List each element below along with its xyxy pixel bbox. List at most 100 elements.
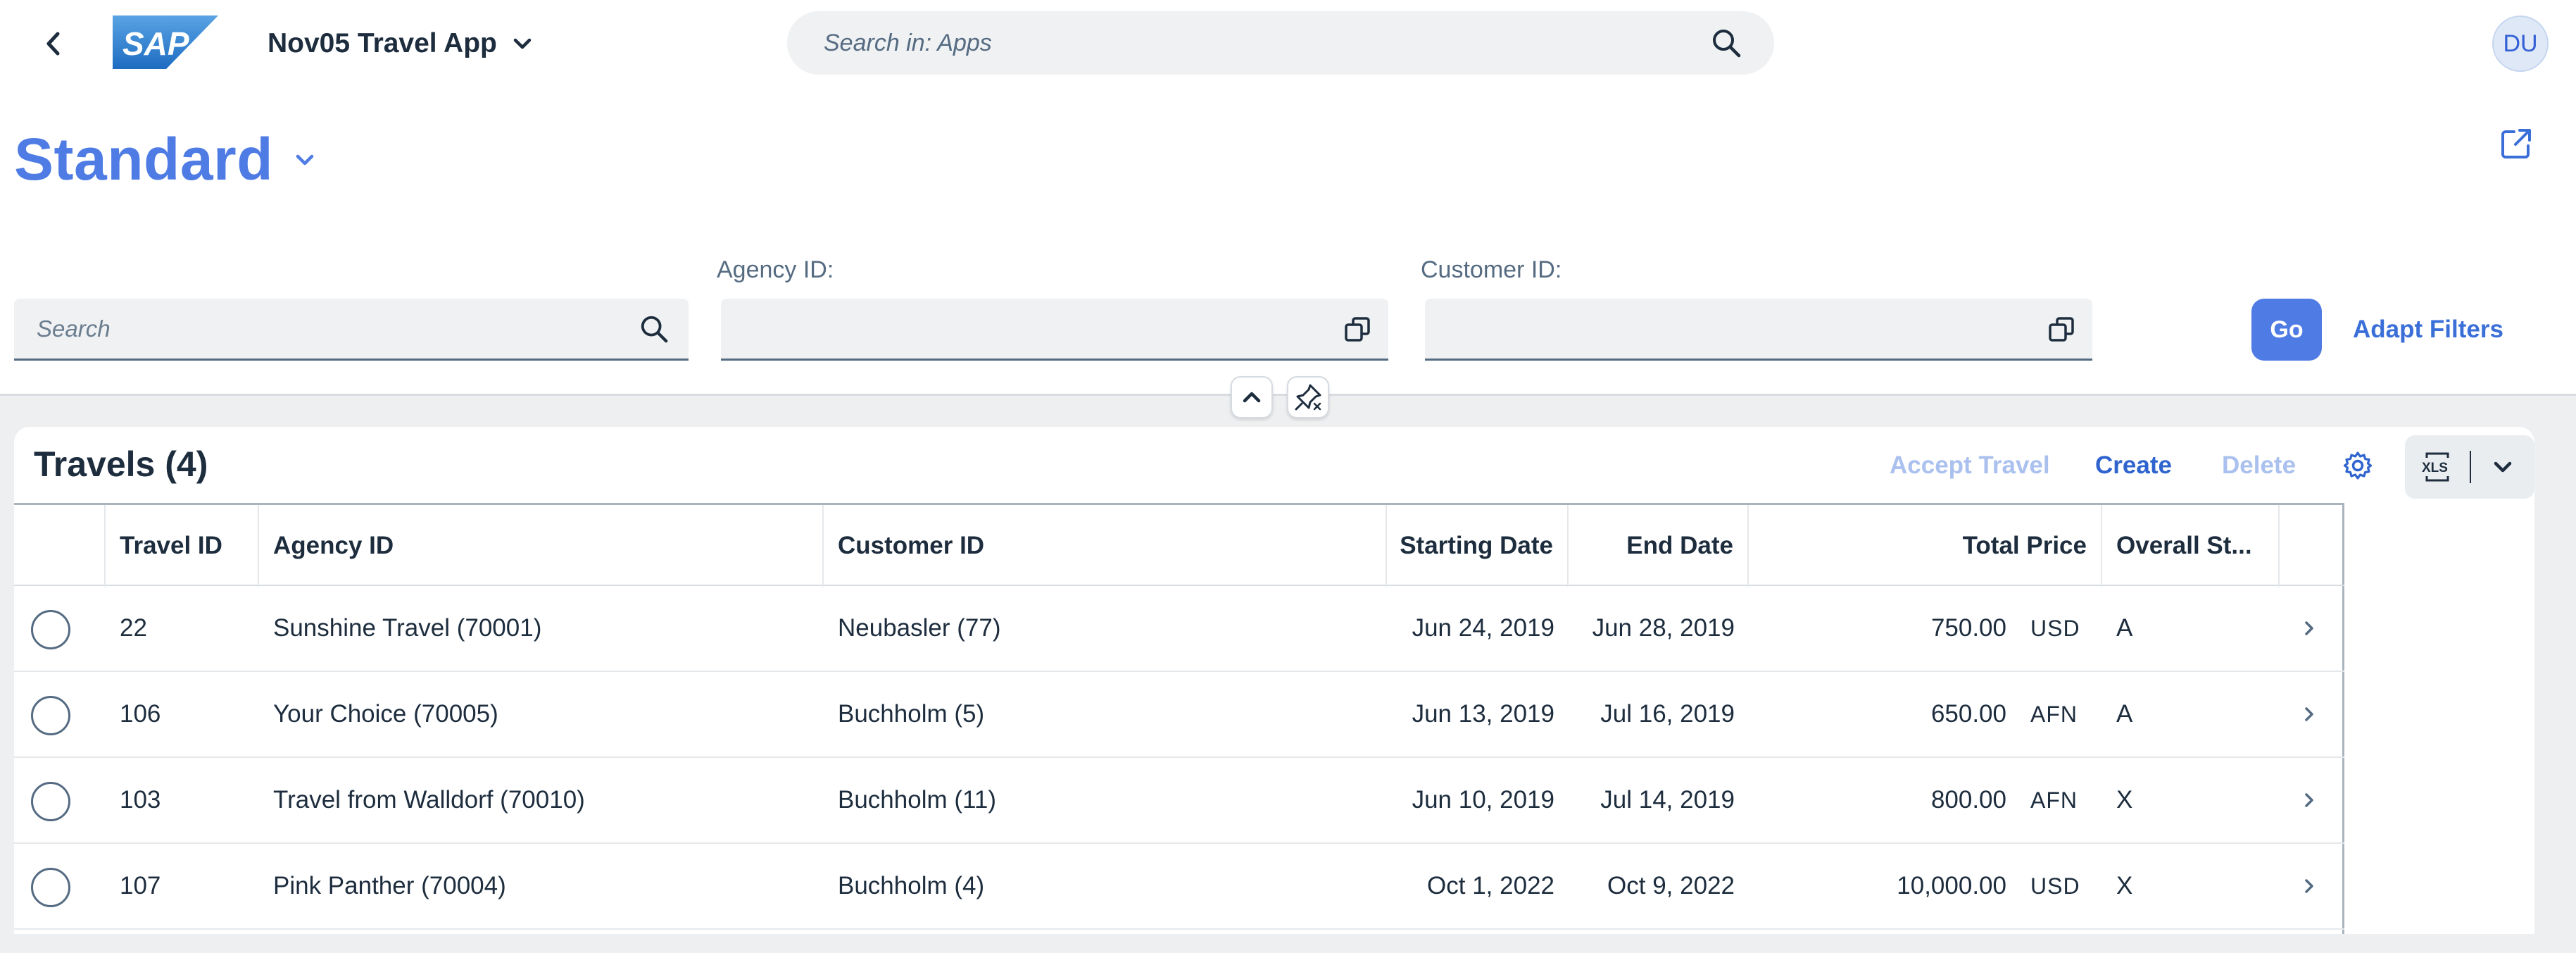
create-button[interactable]: Create — [2095, 444, 2172, 487]
column-header-starting-date[interactable]: Starting Date — [1387, 505, 1569, 587]
table-row[interactable]: 106 Your Choice (70005) Buchholm (5) Jun… — [14, 672, 2344, 758]
customer-filter-field — [1425, 299, 2092, 361]
cell-status: X — [2116, 786, 2133, 814]
cell-end-date: Oct 9, 2022 — [1607, 872, 1735, 899]
table-title: Travels (4) — [34, 444, 208, 484]
chevron-right-icon[interactable] — [2298, 875, 2320, 897]
value-help-icon[interactable] — [1343, 315, 1371, 343]
cell-start-date: Jun 24, 2019 — [1412, 614, 1554, 642]
agency-filter-input[interactable] — [738, 315, 1343, 342]
table-row[interactable]: 22 Sunshine Travel (70001) Neubasler (77… — [14, 586, 2344, 672]
chevron-right-icon[interactable] — [2298, 617, 2320, 640]
cell-currency: USD — [2030, 615, 2080, 641]
cell-customer: Neubasler (77) — [838, 614, 1001, 642]
customer-filter-label: Customer ID: — [1421, 256, 1562, 283]
cell-customer: Buchholm (5) — [838, 700, 985, 728]
basic-search-input[interactable] — [37, 315, 614, 342]
cell-status: A — [2116, 614, 2133, 642]
table-header-row: Travel ID Agency ID Customer ID Starting… — [14, 503, 2344, 587]
cell-price: 750.00 — [1930, 614, 2006, 642]
cell-travel-id: 22 — [120, 614, 147, 642]
cell-customer: Buchholm (11) — [838, 786, 997, 814]
collapse-header-button[interactable] — [1231, 376, 1273, 418]
export-button[interactable]: XLS — [2405, 435, 2470, 499]
app-title-menu[interactable]: Nov05 Travel App — [268, 21, 532, 66]
adapt-filters-button[interactable]: Adapt Filters — [2353, 299, 2503, 361]
chevron-left-icon — [42, 30, 63, 58]
back-button[interactable] — [28, 21, 77, 66]
export-menu-button[interactable] — [2471, 435, 2534, 499]
travels-table-card: Travels (4) Accept Travel Create Delete … — [14, 427, 2534, 934]
cell-end-date: Jul 16, 2019 — [1600, 700, 1735, 728]
cell-start-date: Oct 1, 2022 — [1427, 872, 1554, 899]
gear-icon — [2342, 450, 2373, 481]
share-button[interactable] — [2496, 124, 2536, 163]
chevron-down-icon — [513, 37, 532, 51]
row-select-radio[interactable] — [31, 782, 70, 821]
column-header-total-price[interactable]: Total Price — [1749, 505, 2102, 587]
shell-search-input[interactable] — [824, 29, 1669, 57]
table-settings-button[interactable] — [2336, 444, 2380, 487]
delete-button[interactable]: Delete — [2222, 444, 2296, 487]
unpin-icon — [1293, 382, 1323, 412]
cell-agency: Travel from Walldorf (70010) — [273, 786, 585, 814]
cell-start-date: Jun 13, 2019 — [1412, 700, 1554, 728]
agency-filter-field — [721, 299, 1388, 361]
chevron-right-icon[interactable] — [2298, 703, 2320, 725]
unpin-header-button[interactable] — [1287, 376, 1329, 418]
variant-title: Standard — [14, 126, 274, 192]
customer-filter-input[interactable] — [1442, 315, 2047, 342]
basic-search-field — [14, 299, 689, 361]
cell-currency: AFN — [2030, 701, 2078, 727]
cell-agency: Pink Panther (70004) — [273, 872, 506, 899]
app-title: Nov05 Travel App — [268, 28, 497, 58]
export-split-button: XLS — [2405, 435, 2534, 499]
user-avatar[interactable]: DU — [2492, 15, 2549, 72]
share-icon — [2500, 127, 2532, 160]
table-toolbar: Travels (4) Accept Travel Create Delete … — [14, 427, 2534, 504]
search-icon[interactable] — [639, 314, 669, 344]
table-row[interactable]: 103 Travel from Walldorf (70010) Buchhol… — [14, 758, 2344, 844]
column-header-agency-id[interactable]: Agency ID — [259, 505, 824, 587]
row-select-radio[interactable] — [31, 696, 70, 735]
cell-currency: AFN — [2030, 787, 2078, 813]
travels-table: Travel ID Agency ID Customer ID Starting… — [14, 503, 2344, 934]
value-help-icon[interactable] — [2047, 315, 2075, 343]
cell-status: X — [2116, 872, 2133, 899]
cell-agency: Your Choice (70005) — [273, 700, 498, 728]
column-header-end-date[interactable]: End Date — [1569, 505, 1749, 587]
shell-search-field — [787, 11, 1774, 75]
row-select-radio[interactable] — [31, 868, 70, 907]
row-select-radio[interactable] — [31, 610, 70, 649]
shell-bar: SAP Nov05 Travel App DU — [0, 0, 2576, 87]
selection-column-header — [14, 505, 106, 587]
xls-export-icon: XLS — [2420, 451, 2455, 483]
cell-price: 800.00 — [1930, 786, 2006, 814]
chevron-down-icon — [294, 152, 315, 168]
column-header-customer-id[interactable]: Customer ID — [824, 505, 1387, 587]
cell-start-date: Jun 10, 2019 — [1412, 786, 1554, 814]
cell-travel-id: 106 — [120, 700, 161, 728]
column-header-overall-status[interactable]: Overall St... — [2102, 505, 2280, 587]
cell-end-date: Jun 28, 2019 — [1592, 614, 1735, 642]
cell-travel-id: 103 — [120, 786, 161, 814]
variant-management[interactable]: Standard — [14, 125, 315, 194]
cell-agency: Sunshine Travel (70001) — [273, 614, 542, 642]
column-header-travel-id[interactable]: Travel ID — [106, 505, 259, 587]
chevron-up-icon — [1242, 390, 1262, 404]
cell-price: 10,000.00 — [1897, 872, 2006, 899]
table-row[interactable]: 107 Pink Panther (70004) Buchholm (4) Oc… — [14, 844, 2344, 930]
svg-text:XLS: XLS — [2422, 461, 2448, 475]
go-button[interactable]: Go — [2251, 299, 2322, 361]
accept-travel-button[interactable]: Accept Travel — [1890, 444, 2050, 487]
navigation-column-header — [2280, 505, 2344, 587]
agency-filter-label: Agency ID: — [717, 256, 834, 283]
cell-currency: USD — [2030, 873, 2080, 899]
sap-logo-text: SAP — [122, 25, 189, 62]
cell-travel-id: 107 — [120, 872, 161, 899]
chevron-right-icon[interactable] — [2298, 789, 2320, 811]
search-icon[interactable] — [1711, 27, 1742, 58]
chevron-down-icon — [2493, 460, 2513, 474]
sap-logo[interactable]: SAP — [113, 15, 218, 69]
cell-status: A — [2116, 700, 2133, 728]
